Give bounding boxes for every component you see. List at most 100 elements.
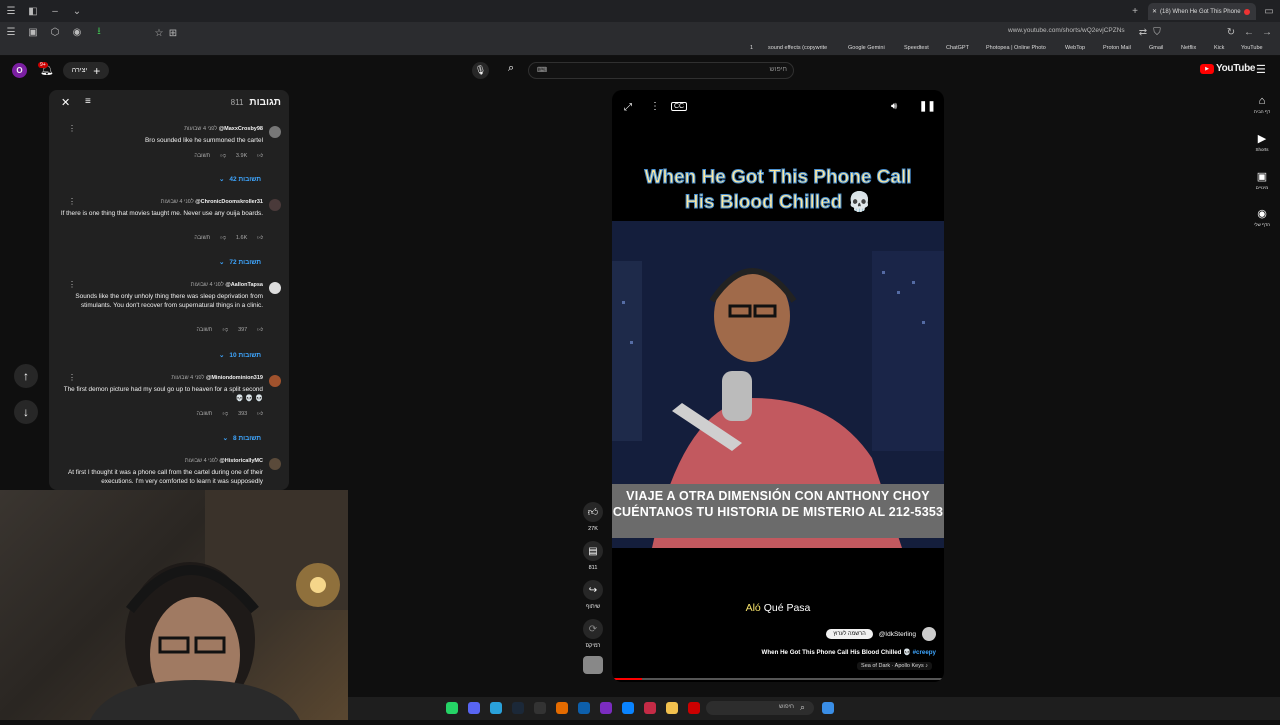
bookmark-item[interactable]: Photopea | Online Photo [986,45,1046,51]
steam-icon[interactable] [512,702,524,714]
share-button[interactable]: ↪ שיתוף [583,580,603,610]
shield-icon[interactable]: ⛉ [1146,21,1168,43]
vscode-icon[interactable] [622,702,634,714]
dislike-icon[interactable]: 👎︎ [222,411,228,417]
more-options-icon[interactable]: ⋮ [68,124,76,133]
replies-toggle[interactable]: ⌄ 72 תשובות [219,258,261,267]
create-button[interactable]: יצירה + [63,62,109,79]
microphone-icon[interactable]: 🎙︎ [472,62,489,79]
extensions-icon[interactable]: ⬡ [44,21,66,43]
app-icon[interactable] [578,702,590,714]
app-icon[interactable] [534,702,546,714]
subscribe-button[interactable]: הרשמה לערוץ [826,629,873,639]
close-icon[interactable]: ✕ [61,96,70,109]
like-icon[interactable]: 👍︎ [257,327,263,333]
pause-icon[interactable]: ❚❚ [919,101,936,112]
browser-icon[interactable] [644,702,656,714]
bookmark-item[interactable]: YouTube [1241,45,1263,51]
bookmark-item[interactable]: Kick [1214,45,1224,51]
reply-button[interactable]: תשובה [194,153,210,159]
like-button[interactable]: 👍︎ 27K [583,502,603,532]
new-tab-icon[interactable]: + [1124,0,1146,22]
captions-icon[interactable]: CC [671,102,688,111]
discord-icon[interactable] [468,702,480,714]
bookmark-item[interactable]: Google Gemini [848,45,885,51]
whatsapp-icon[interactable] [446,702,458,714]
nav-home[interactable]: ⌂ דף הבית [1249,95,1275,114]
volume-icon[interactable]: 🔊︎ [891,101,897,112]
hamburger-menu-icon[interactable]: ☰ [1256,63,1266,76]
sort-icon[interactable]: ≡ [85,96,91,107]
avatar[interactable] [269,458,281,470]
dislike-icon[interactable]: 👎︎ [220,235,226,241]
menu-icon[interactable]: ☰ [0,0,22,22]
bookmark-item[interactable]: Gmail [1149,45,1163,51]
dislike-icon[interactable]: 👎︎ [220,153,226,159]
progress-bar[interactable] [612,678,944,680]
bookmark-item[interactable]: ChatGPT [946,45,969,51]
more-options-icon[interactable]: ⋮ [68,280,76,289]
avatar[interactable]: O [12,63,27,78]
search-input[interactable]: ⌨ חיפוש [528,62,794,79]
telegram-icon[interactable] [490,702,502,714]
more-options-icon[interactable]: ⋮ [68,197,76,206]
music-link[interactable]: Sea of Dark · Apollo Keys ♪ [857,662,932,670]
url-field[interactable]: www.youtube.com/shorts/wQ2evjCPZNs [1008,27,1125,34]
youtube-logo[interactable]: ▶ YouTube [1200,63,1256,74]
forward-icon[interactable]: → [1256,21,1278,43]
like-icon[interactable]: 👍︎ [257,235,263,241]
nav-shorts[interactable]: ▶ Shorts [1249,132,1275,152]
reply-button[interactable]: תשובה [194,235,210,241]
workspaces-icon[interactable]: ▣ [22,21,44,43]
nav-subscriptions[interactable]: ▣ מינויים [1249,170,1275,190]
app-icon[interactable] [600,702,612,714]
sound-thumbnail[interactable] [583,656,603,674]
replies-toggle[interactable]: ⌄ 10 תשובות [219,351,261,360]
taskbar-search[interactable]: חיפוש [706,701,814,715]
keyboard-icon[interactable]: ⌨ [537,66,547,74]
dislike-icon[interactable]: 👎︎ [222,327,228,333]
more-options-icon[interactable]: ⋮ [650,101,660,112]
windows-start-icon[interactable] [822,702,834,714]
bookmark-item[interactable]: sound effects (copywrite [768,45,827,51]
youtube-app-icon[interactable] [688,702,700,714]
video-description[interactable]: When He Got This Phone Call His Blood Ch… [762,648,936,656]
search-icon[interactable]: ⌕ [508,62,514,75]
replies-toggle[interactable]: ⌄ 42 תשובות [219,175,261,184]
like-icon[interactable]: 👍︎ [257,153,263,159]
comments-button[interactable]: ▤ 811 [583,541,603,571]
avatar[interactable] [269,126,281,138]
channel-name[interactable]: @IdkSterling [879,631,916,638]
active-tab[interactable]: ✕ (18) When He Got This Phone [1148,3,1256,20]
channel-avatar[interactable] [922,627,936,641]
bookmark-item[interactable]: Proton Mail [1103,45,1131,51]
more-options-icon[interactable]: ⋮ [68,373,76,382]
bookmark-item[interactable]: Speedtest [904,45,929,51]
avatar[interactable] [269,375,281,387]
reply-button[interactable]: תשובה [197,411,213,417]
remix-button[interactable]: ⟳ רמיקס [583,619,603,649]
next-short-button[interactable]: ↓ [14,400,38,424]
download-icon[interactable]: ⭳ [88,21,110,43]
bookmark-item[interactable]: WebTop [1065,45,1085,51]
reply-button[interactable]: תשובה [197,327,213,333]
replies-toggle[interactable]: ⌄ 8 תשובות [223,434,261,443]
avatar[interactable] [269,199,281,211]
window-icon[interactable]: ▭ [1258,0,1280,22]
bookmark-item[interactable]: Netflix [1181,45,1196,51]
previous-short-button[interactable]: ↑ [14,364,38,388]
reader-icon[interactable]: ⊞ [162,22,184,44]
app-icon[interactable] [556,702,568,714]
fullscreen-icon[interactable]: ⤢ [624,102,632,113]
like-icon[interactable]: 👍︎ [257,411,263,417]
vpn-icon[interactable]: ◉ [66,21,88,43]
search-icon[interactable]: ⌕ [800,702,805,713]
shorts-player[interactable]: ⤢ ⋮ CC 🔊︎ ❚❚ When He Got This Phone Call… [612,90,944,682]
folder-icon[interactable] [666,702,678,714]
hashtag-link[interactable]: #creepy [913,649,936,656]
sidebar-icon[interactable]: ☰ [0,21,22,43]
close-tab-icon[interactable]: ✕ [1152,8,1157,15]
tab-list-icon[interactable]: ⌄ [66,0,88,22]
tab-actions-icon[interactable]: ◧ [22,0,44,22]
avatar[interactable] [269,282,281,294]
